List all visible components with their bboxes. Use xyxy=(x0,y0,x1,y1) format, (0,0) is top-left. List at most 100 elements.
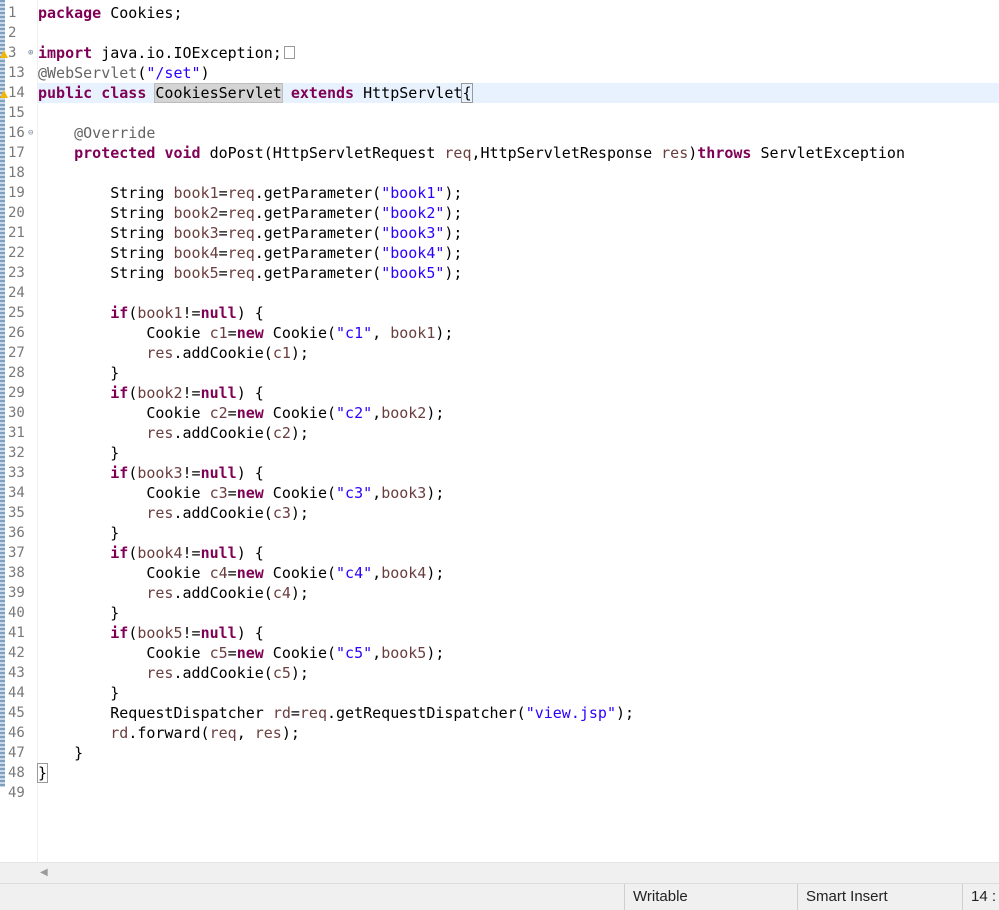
keyword: new xyxy=(236,644,264,662)
code-line: } xyxy=(38,683,999,703)
code-line: if(book5!=null) { xyxy=(38,623,999,643)
scroll-left-icon[interactable]: ◀ xyxy=(40,867,48,878)
status-writable: Writable xyxy=(624,884,797,910)
variable: c2 xyxy=(209,404,228,422)
warning-icon xyxy=(0,90,8,98)
line-number: 32 xyxy=(8,445,25,461)
code-token: ); xyxy=(444,244,463,262)
code-line: res.addCookie(c2); xyxy=(38,423,999,443)
code-token: = xyxy=(227,644,237,662)
keyword: if xyxy=(110,464,129,482)
line-number-gutter: 1 2 3 ⊕ 13 14 15 16 ⊖ 17 18 19 20 21 22 … xyxy=(0,0,38,862)
code-editor[interactable]: 1 2 3 ⊕ 13 14 15 16 ⊖ 17 18 19 20 21 22 … xyxy=(0,0,999,862)
code-line: } xyxy=(38,603,999,623)
code-token: Cookie xyxy=(146,484,210,502)
variable: book4 xyxy=(381,564,427,582)
code-token: .getParameter( xyxy=(254,224,382,242)
code-line: Cookie c4=new Cookie("c4",book4); xyxy=(38,563,999,583)
code-token: ); xyxy=(435,324,454,342)
code-token: Cookie( xyxy=(263,324,337,342)
string-literal: "view.jsp" xyxy=(525,704,616,722)
keyword: extends xyxy=(290,84,355,102)
variable: c3 xyxy=(209,484,228,502)
string-literal: "book1" xyxy=(381,184,445,202)
code-token: = xyxy=(218,184,228,202)
keyword: null xyxy=(200,304,237,322)
line-number: 37 xyxy=(8,545,25,561)
code-line: if(book1!=null) { xyxy=(38,303,999,323)
code-line: if(book4!=null) { xyxy=(38,543,999,563)
line-number: 36 xyxy=(8,525,25,541)
code-token: .getRequestDispatcher( xyxy=(327,704,526,722)
variable: book5 xyxy=(173,264,219,282)
code-token: ); xyxy=(281,724,300,742)
code-line: package Cookies; xyxy=(38,3,999,23)
code-token: RequestDispatcher xyxy=(110,704,273,722)
variable: book2 xyxy=(173,204,219,222)
code-line: String book5=req.getParameter("book5"); xyxy=(38,263,999,283)
line-number: 38 xyxy=(8,565,25,581)
variable: res xyxy=(146,504,174,522)
code-token: ); xyxy=(290,344,309,362)
keyword: if xyxy=(110,384,129,402)
line-number: 31 xyxy=(8,425,25,441)
code-token: ( xyxy=(128,464,138,482)
collapsed-region-icon[interactable] xyxy=(283,46,295,59)
variable: res xyxy=(146,584,174,602)
code-line: res.addCookie(c5); xyxy=(38,663,999,683)
line-number: 18 xyxy=(8,165,25,181)
code-token: , xyxy=(236,724,255,742)
keyword: null xyxy=(200,464,237,482)
code-line: res.addCookie(c4); xyxy=(38,583,999,603)
variable: req xyxy=(227,204,255,222)
variable: book3 xyxy=(173,224,219,242)
code-line: if(book2!=null) { xyxy=(38,383,999,403)
fold-collapse-icon[interactable]: ⊖ xyxy=(28,123,33,143)
variable: book4 xyxy=(173,244,219,262)
variable: book3 xyxy=(137,464,183,482)
code-token: String xyxy=(110,204,174,222)
code-text-area[interactable]: package Cookies; import java.io.IOExcept… xyxy=(36,0,999,862)
variable: rd xyxy=(272,704,291,722)
code-token: = xyxy=(218,204,228,222)
code-token: String xyxy=(110,244,174,262)
code-token: ); xyxy=(426,564,445,582)
code-line: protected void doPost(HttpServletRequest… xyxy=(38,143,999,163)
variable: c5 xyxy=(272,664,291,682)
code-token: ( xyxy=(128,544,138,562)
matched-bracket: } xyxy=(36,763,49,783)
line-number: 34 xyxy=(8,485,25,501)
line-number: 49 xyxy=(8,785,25,801)
variable: book1 xyxy=(173,184,219,202)
variable: res xyxy=(146,424,174,442)
line-number: 45 xyxy=(8,705,25,721)
code-token: } xyxy=(110,524,120,542)
line-number: 29 xyxy=(8,385,25,401)
code-token: ) xyxy=(688,144,698,162)
code-token: } xyxy=(110,684,120,702)
code-token: .getParameter( xyxy=(254,244,382,262)
horizontal-scrollbar[interactable]: ◀ xyxy=(0,862,999,884)
code-token: , xyxy=(372,564,382,582)
variable: req xyxy=(227,224,255,242)
code-token: .addCookie( xyxy=(173,584,273,602)
line-number: 2 xyxy=(8,25,17,41)
code-token: != xyxy=(182,624,201,642)
variable: req xyxy=(227,244,255,262)
string-literal: "book5" xyxy=(381,264,445,282)
keyword: package xyxy=(38,4,102,22)
code-line: } xyxy=(38,443,999,463)
code-token: ) { xyxy=(236,304,264,322)
code-token: HttpServlet xyxy=(354,84,463,102)
string-literal: "c5" xyxy=(336,644,373,662)
status-insert-mode[interactable]: Smart Insert xyxy=(797,884,961,910)
variable: book2 xyxy=(137,384,183,402)
fold-expand-icon[interactable]: ⊕ xyxy=(28,43,33,63)
code-token: .addCookie( xyxy=(173,424,273,442)
keyword: if xyxy=(110,544,129,562)
code-token: ServletException xyxy=(751,144,905,162)
code-line: rd.forward(req, res); xyxy=(38,723,999,743)
keyword: void xyxy=(164,144,201,162)
code-token: ) { xyxy=(236,464,264,482)
code-token: ); xyxy=(426,404,445,422)
